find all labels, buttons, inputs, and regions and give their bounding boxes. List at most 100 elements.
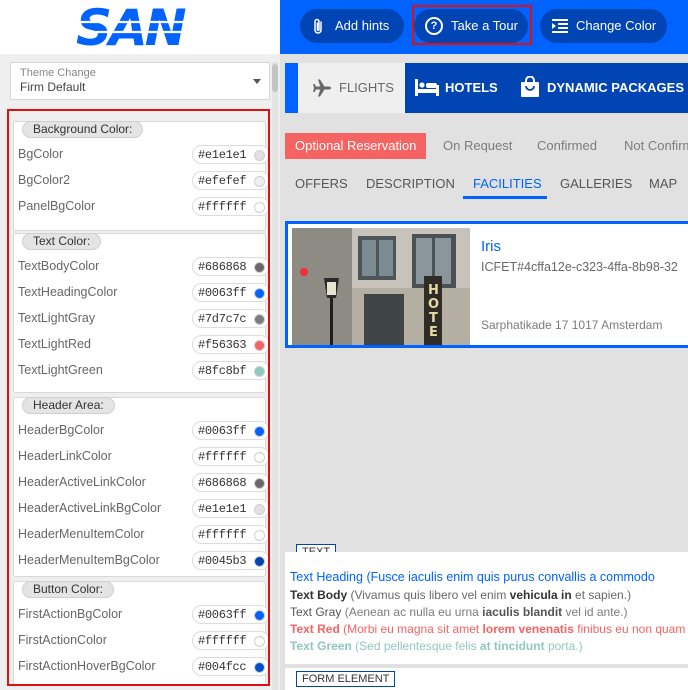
color-input[interactable]: #e1e1e1 (192, 145, 268, 164)
setting-name: TextLightGreen (18, 363, 103, 377)
color-hex: #0063ff (198, 424, 247, 438)
tab-optional-reservation[interactable]: Optional Reservation (285, 133, 427, 159)
color-hex: #0045b3 (198, 554, 247, 568)
product-nav: FLIGHTS HOTELS DYNAMIC PACKAGES (285, 63, 688, 113)
color-input[interactable]: #0063ff (192, 421, 268, 440)
svg-text:E: E (429, 325, 438, 340)
airplane-icon (313, 79, 331, 97)
group-title: Text Color: (22, 233, 102, 250)
theme-change-value: Firm Default (20, 80, 86, 94)
color-swatch[interactable] (254, 150, 265, 161)
tab-dynamic-packages[interactable]: DYNAMIC PACKAGES (520, 63, 688, 113)
svg-text:T: T (429, 311, 438, 326)
hotel-name[interactable]: Iris (481, 238, 501, 255)
color-input[interactable]: #efefef (192, 171, 268, 190)
tab-map[interactable]: MAP (649, 176, 677, 191)
button-color-group: Button Color: FirstActionBgColor #0063ff… (13, 581, 268, 684)
gray-text-1: (Aenean ac nulla eu urna (344, 605, 479, 619)
theme-change-select[interactable]: Theme Change Firm Default (10, 62, 270, 100)
color-swatch[interactable] (254, 478, 265, 489)
green-text-1: (Sed pellentesque felis (355, 639, 477, 653)
color-input[interactable]: #0045b3 (192, 551, 268, 570)
setting-name: HeaderActiveLinkBgColor (18, 501, 162, 515)
san-logo: SAN (70, 3, 210, 51)
color-swatch[interactable] (254, 530, 265, 541)
hotel-card[interactable]: H O T E Iris ICFET#4cffa12e-c323-4ffa-8b… (285, 221, 688, 348)
color-swatch[interactable] (254, 262, 265, 273)
red-text-2: finibus eu non quam (577, 622, 686, 636)
group-title: Button Color: (22, 581, 115, 598)
gray-label: Text Gray (290, 605, 342, 619)
color-swatch[interactable] (254, 504, 265, 515)
tab-hotels[interactable]: HOTELS (415, 63, 505, 113)
scrollbar-thumb[interactable] (272, 64, 278, 92)
color-hex: #e1e1e1 (198, 148, 247, 162)
color-input[interactable]: #ffffff (192, 197, 268, 216)
text-preview: Text Heading (Fusce iaculis enim quis pu… (285, 552, 688, 664)
gray-text-2: vel id ante.) (565, 605, 628, 619)
preview-body-line: Text Body (Vivamus quis libero vel enim … (290, 588, 631, 602)
color-swatch[interactable] (254, 288, 265, 299)
color-swatch[interactable] (254, 176, 265, 187)
svg-text:SAN: SAN (76, 3, 186, 51)
setting-row: HeaderBgColor #0063ff (18, 421, 268, 441)
color-swatch[interactable] (254, 314, 265, 325)
tab-on-request[interactable]: On Request (433, 133, 522, 159)
color-input[interactable]: #8fc8bf (192, 361, 268, 380)
setting-name: BgColor2 (18, 173, 71, 187)
scrollbar-track[interactable] (272, 62, 278, 690)
setting-row: HeaderMenuItemColor #ffffff (18, 525, 268, 545)
color-input[interactable]: #0063ff (192, 283, 268, 302)
setting-row: HeaderActiveLinkBgColor #e1e1e1 (18, 499, 268, 519)
setting-name: PanelBgColor (18, 199, 96, 213)
tab-description[interactable]: DESCRIPTION (366, 176, 455, 191)
color-swatch[interactable] (254, 662, 265, 673)
color-input[interactable]: #7d7c7c (192, 309, 268, 328)
change-color-button[interactable]: Change Color (540, 9, 667, 43)
tab-flights[interactable]: FLIGHTS (298, 63, 405, 113)
paperclip-icon (314, 18, 322, 34)
color-input[interactable]: #0063ff (192, 605, 268, 624)
color-swatch[interactable] (254, 556, 265, 567)
theme-change-label: Theme Change (20, 67, 96, 79)
preview-heading-line: Text Heading (Fusce iaculis enim quis pu… (290, 570, 655, 584)
color-input[interactable]: #004fcc (192, 657, 268, 676)
color-input[interactable]: #ffffff (192, 631, 268, 650)
color-swatch[interactable] (254, 452, 265, 463)
color-input[interactable]: #f56363 (192, 335, 268, 354)
gray-bold: iaculis blandit (482, 605, 563, 619)
chevron-down-icon[interactable] (253, 79, 261, 84)
highlight-frame (412, 5, 532, 45)
color-hex: #ffffff (198, 634, 247, 648)
setting-row: TextLightGreen #8fc8bf (18, 361, 268, 381)
tab-confirmed[interactable]: Confirmed (527, 133, 607, 159)
color-swatch[interactable] (254, 636, 265, 647)
color-input[interactable]: #686868 (192, 257, 268, 276)
preview-green-line: Text Green (Sed pellentesque felis at ti… (290, 639, 583, 653)
setting-row: TextLightRed #f56363 (18, 335, 268, 355)
color-swatch[interactable] (254, 366, 265, 377)
color-swatch[interactable] (254, 202, 265, 213)
color-hex: #0063ff (198, 286, 247, 300)
color-hex: #ffffff (198, 528, 247, 542)
tab-offers[interactable]: OFFERS (295, 176, 348, 191)
color-swatch[interactable] (254, 426, 265, 437)
tab-not-confirmed[interactable]: Not Confirmed (614, 133, 688, 159)
color-input[interactable]: #ffffff (192, 447, 268, 466)
color-hex: #f56363 (198, 338, 247, 352)
setting-row: BgColor #e1e1e1 (18, 145, 268, 165)
hotel-photo[interactable]: H O T E (292, 228, 470, 345)
group-title: Background Color: (22, 121, 144, 138)
setting-name: TextBodyColor (18, 259, 100, 273)
add-hints-button[interactable]: Add hints (300, 9, 404, 43)
color-input[interactable]: #686868 (192, 473, 268, 492)
body-bold: vehicula in (509, 588, 572, 602)
green-label: Text Green (290, 639, 352, 653)
color-swatch[interactable] (254, 610, 265, 621)
tab-galleries[interactable]: GALLERIES (560, 176, 632, 191)
color-swatch[interactable] (254, 340, 265, 351)
color-input[interactable]: #e1e1e1 (192, 499, 268, 518)
nav-strip (285, 63, 298, 113)
tab-facilities[interactable]: FACILITIES (473, 176, 542, 191)
color-input[interactable]: #ffffff (192, 525, 268, 544)
